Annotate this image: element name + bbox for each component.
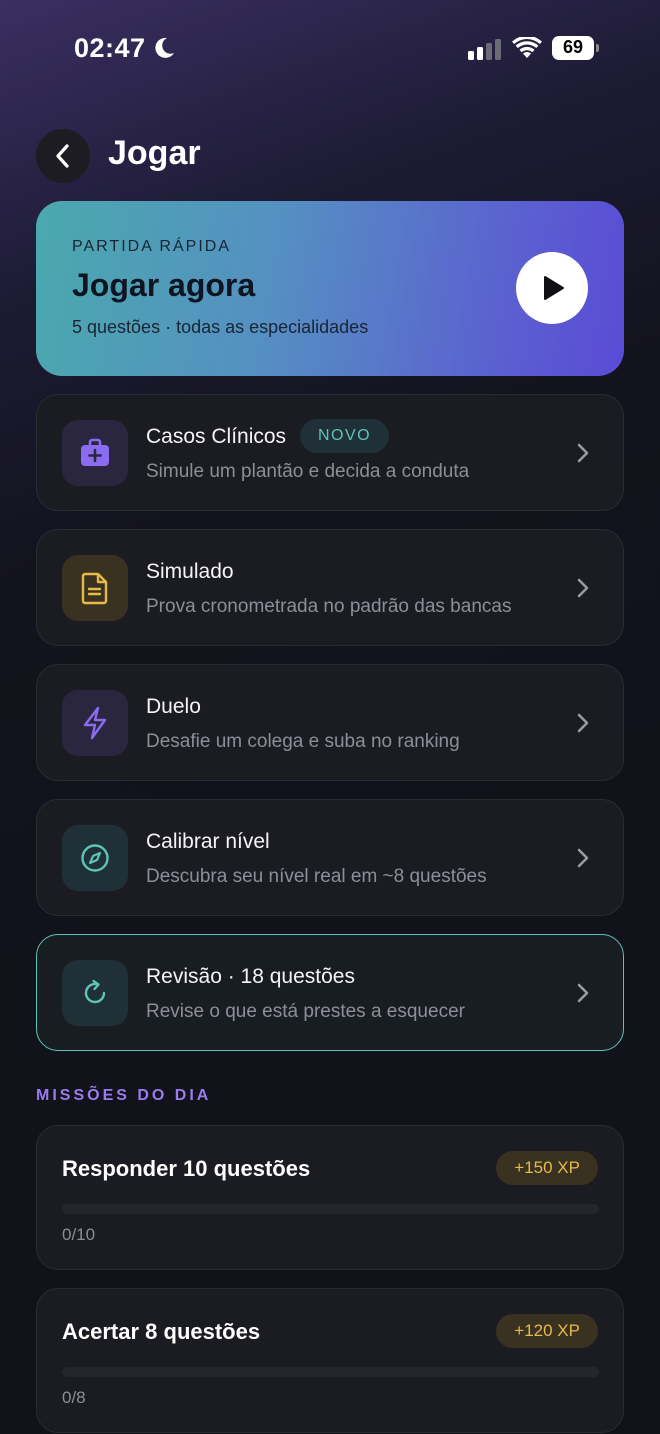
mission-title: Acertar 8 questões	[62, 1319, 261, 1344]
mode-subtitle: Revise o que está prestes a esquecer	[146, 1001, 465, 1022]
refresh-icon	[62, 960, 128, 1026]
chevron-right-icon	[577, 983, 589, 1003]
mode-card-casos-clinicos[interactable]: Casos Clínicos NOVO Simule um plantão e …	[36, 394, 624, 511]
quick-match-kicker: PARTIDA RÁPIDA	[72, 238, 231, 255]
play-button[interactable]	[516, 252, 588, 324]
xp-badge: +120 XP	[496, 1314, 598, 1348]
chevron-right-icon	[577, 443, 589, 463]
document-icon	[62, 555, 128, 621]
chevron-right-icon	[577, 713, 589, 733]
battery-level: 69	[562, 37, 584, 57]
battery-indicator: 69	[552, 36, 600, 60]
mission-progress-text: 0/10	[62, 1225, 96, 1244]
status-bar: 02:47 69	[0, 0, 660, 96]
mission-progress-bar	[62, 1367, 599, 1377]
mission-progress-bar	[62, 1204, 599, 1214]
chevron-right-icon	[577, 848, 589, 868]
wifi-icon	[512, 37, 542, 58]
mode-card-simulado[interactable]: Simulado Prova cronometrada no padrão da…	[36, 529, 624, 646]
mode-title: Duelo	[146, 695, 201, 718]
new-badge: NOVO	[300, 419, 390, 453]
mode-subtitle: Prova cronometrada no padrão das bancas	[146, 596, 512, 617]
play-icon	[544, 276, 564, 300]
mode-card-revisao[interactable]: Revisão · 18 questões Revise o que está …	[36, 934, 624, 1051]
mission-card[interactable]: Responder 10 questões +150 XP 0/10	[36, 1125, 624, 1270]
mission-title: Responder 10 questões	[62, 1156, 311, 1181]
mode-subtitle: Simule um plantão e decida a conduta	[146, 461, 470, 482]
lightning-icon	[62, 690, 128, 756]
xp-badge: +150 XP	[496, 1151, 598, 1185]
missions-section-title: MISSÕES DO DIA	[36, 1087, 212, 1104]
quick-match-subtitle: 5 questões · todas as especialidades	[72, 317, 369, 337]
mode-card-duelo[interactable]: Duelo Desafie um colega e suba no rankin…	[36, 664, 624, 781]
medical-kit-icon	[62, 420, 128, 486]
back-button[interactable]	[36, 129, 90, 183]
compass-icon	[62, 825, 128, 891]
chevron-right-icon	[577, 578, 589, 598]
mission-card[interactable]: Acertar 8 questões +120 XP 0/8	[36, 1288, 624, 1433]
mission-progress-text: 0/8	[62, 1388, 86, 1407]
quick-match-card[interactable]: PARTIDA RÁPIDA Jogar agora 5 questões · …	[36, 201, 624, 376]
mode-subtitle: Desafie um colega e suba no ranking	[146, 731, 460, 752]
mode-title: Simulado	[146, 560, 234, 583]
moon-icon	[155, 37, 174, 58]
status-time: 02:47	[74, 33, 146, 63]
mode-title: Casos Clínicos	[146, 425, 287, 448]
page-title: Jogar	[108, 134, 201, 172]
mode-subtitle: Descubra seu nível real em ~8 questões	[146, 866, 487, 887]
chevron-left-icon	[56, 144, 69, 168]
mode-card-calibrar-nivel[interactable]: Calibrar nível Descubra seu nível real e…	[36, 799, 624, 916]
quick-match-title: Jogar agora	[72, 267, 256, 303]
mode-title: Calibrar nível	[146, 830, 270, 853]
cellular-signal-icon	[468, 39, 501, 60]
mode-title: Revisão · 18 questões	[146, 965, 355, 988]
